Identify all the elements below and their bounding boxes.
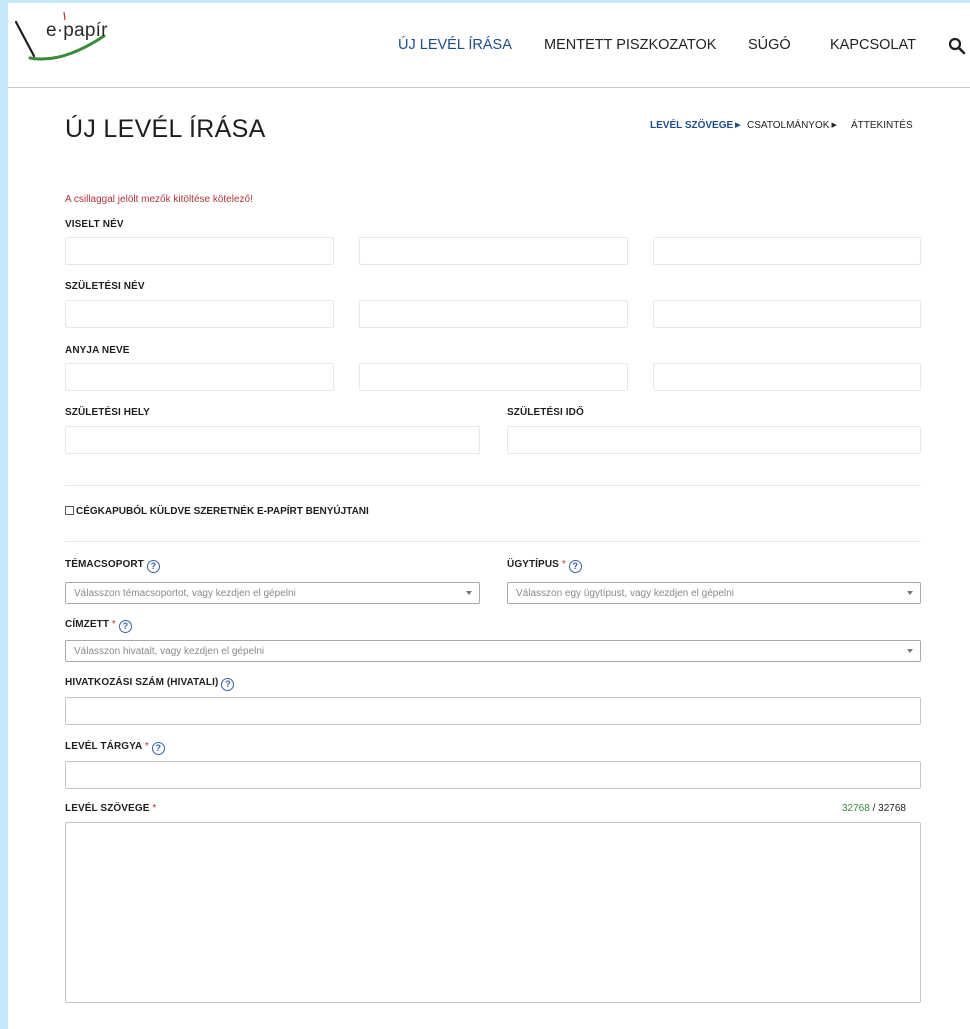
anyja-neve-field-3[interactable] xyxy=(653,363,921,391)
cegkapu-checkbox-row[interactable]: CÉGKAPUBÓL KÜLDVE SZERETNÉK E-PAPÍRT BEN… xyxy=(65,506,369,517)
step-letter-text[interactable]: LEVÉL SZÖVEGE ▶ xyxy=(650,120,741,131)
hivatkozasi-label: HIVATKOZÁSI SZÁM (HIVATALI)? xyxy=(65,677,235,691)
step-arrow-icon: ▶ xyxy=(831,122,837,129)
step-attachments-label: CSATOLMÁNYOK xyxy=(747,120,830,131)
szuletesi-nev-field-1[interactable] xyxy=(65,300,334,328)
step-letter-text-label: LEVÉL SZÖVEGE xyxy=(650,120,734,131)
help-icon[interactable]: ? xyxy=(146,560,160,573)
counter-separator: / xyxy=(869,803,879,814)
left-accent-bar xyxy=(0,0,8,1029)
step-overview[interactable]: ÁTTEKINTÉS xyxy=(851,120,913,131)
szuletesi-hely-field[interactable] xyxy=(65,426,480,454)
help-icon[interactable]: ? xyxy=(151,742,165,755)
main-content: ÚJ LEVÉL ÍRÁSA LEVÉL SZÖVEGE ▶ CSATOLMÁNY… xyxy=(8,89,970,1029)
cimzett-placeholder: Válasszon hivatalt, vagy kezdjen el gépe… xyxy=(74,646,265,657)
temacsoport-label: TÉMACSOPORT? xyxy=(65,559,160,573)
level-szovege-textarea[interactable] xyxy=(65,822,921,1003)
cegkapu-checkbox[interactable] xyxy=(65,506,74,515)
anyja-neve-field-1[interactable] xyxy=(65,363,334,391)
szuletesi-ido-field[interactable] xyxy=(507,426,921,454)
section-divider xyxy=(65,541,921,542)
szuletesi-ido-label: SZÜLETÉSI IDŐ xyxy=(507,407,584,418)
nav-item-contact[interactable]: KAPCSOLAT xyxy=(830,37,916,53)
szoveg-label-text: LEVÉL SZÖVEGE xyxy=(65,803,150,814)
cimzett-label-text: CÍMZETT xyxy=(65,619,110,630)
cegkapu-checkbox-label: CÉGKAPUBÓL KÜLDVE SZERETNÉK E-PAPÍRT BEN… xyxy=(76,506,369,517)
szuletesi-hely-label: SZÜLETÉSI HELY xyxy=(65,407,150,418)
ugytipus-label-text: ÜGYTÍPUS xyxy=(507,559,559,570)
cimzett-select[interactable]: Válasszon hivatalt, vagy kezdjen el gépe… xyxy=(65,640,921,662)
section-divider xyxy=(65,485,921,486)
nav-item-saved-drafts[interactable]: MENTETT PISZKOZATOK xyxy=(544,37,716,53)
main-nav: ÚJ LEVÉL ÍRÁSA MENTETT PISZKOZATOK SÚGÓ … xyxy=(0,37,970,59)
szoveg-label: LEVÉL SZÖVEGE * xyxy=(65,803,156,814)
szuletesi-nev-field-2[interactable] xyxy=(359,300,628,328)
chevron-down-icon xyxy=(466,591,472,595)
hivatkozasi-label-text: HIVATKOZÁSI SZÁM (HIVATALI) xyxy=(65,677,219,688)
chevron-down-icon xyxy=(907,649,913,653)
chevron-down-icon xyxy=(907,591,913,595)
counter-remaining: 32768 xyxy=(842,803,870,814)
ugytipus-select[interactable]: Válasszon egy ügytípust, vagy kezdjen el… xyxy=(507,582,921,604)
required-mark: * xyxy=(111,619,116,630)
search-icon[interactable] xyxy=(948,37,966,55)
ugytipus-placeholder: Válasszon egy ügytípust, vagy kezdjen el… xyxy=(516,588,734,599)
temacsoport-placeholder: Válasszon témacsoportot, vagy kezdjen el… xyxy=(74,588,296,599)
targy-label-text: LEVÉL TÁRGYA xyxy=(65,741,142,752)
required-mark: * xyxy=(561,559,566,570)
ugytipus-label: ÜGYTÍPUS *? xyxy=(507,559,582,573)
character-counter: 32768 / 32768 xyxy=(842,803,906,814)
help-icon[interactable]: ? xyxy=(568,560,582,573)
wizard-steps: LEVÉL SZÖVEGE ▶ CSATOLMÁNYOK ▶ ÁTTEKINTÉS xyxy=(8,120,970,136)
required-mark: * xyxy=(152,803,157,814)
viselt-nev-field-1[interactable] xyxy=(65,237,334,265)
top-accent-bar xyxy=(0,0,970,3)
site-header: e·papír ÚJ LEVÉL ÍRÁSA MENTETT PISZKOZAT… xyxy=(0,0,970,88)
step-overview-label: ÁTTEKINTÉS xyxy=(851,120,913,131)
counter-max: 32768 xyxy=(878,803,906,814)
viselt-nev-label: VISELT NÉV xyxy=(65,219,124,230)
nav-item-new-letter[interactable]: ÚJ LEVÉL ÍRÁSA xyxy=(398,37,512,53)
viselt-nev-field-3[interactable] xyxy=(653,237,921,265)
anyja-neve-label: ANYJA NEVE xyxy=(65,345,130,356)
targy-label: LEVÉL TÁRGYA *? xyxy=(65,741,165,755)
required-mark: * xyxy=(144,741,149,752)
temacsoport-label-text: TÉMACSOPORT xyxy=(65,559,144,570)
hivatkozasi-szam-input[interactable] xyxy=(65,697,921,725)
temacsoport-select[interactable]: Válasszon témacsoportot, vagy kezdjen el… xyxy=(65,582,480,604)
level-targya-input[interactable] xyxy=(65,761,921,789)
help-icon[interactable]: ? xyxy=(118,620,132,633)
help-icon[interactable]: ? xyxy=(221,678,235,691)
step-attachments[interactable]: CSATOLMÁNYOK ▶ xyxy=(747,120,837,131)
cimzett-label: CÍMZETT *? xyxy=(65,619,132,633)
step-arrow-icon: ▶ xyxy=(735,122,741,129)
required-fields-note: A csillaggal jelölt mezők kitöltése köte… xyxy=(65,194,253,205)
viselt-nev-field-2[interactable] xyxy=(359,237,628,265)
szuletesi-nev-label: SZÜLETÉSI NÉV xyxy=(65,281,145,292)
anyja-neve-field-2[interactable] xyxy=(359,363,628,391)
szuletesi-nev-field-3[interactable] xyxy=(653,300,921,328)
nav-item-help[interactable]: SÚGÓ xyxy=(748,37,791,53)
